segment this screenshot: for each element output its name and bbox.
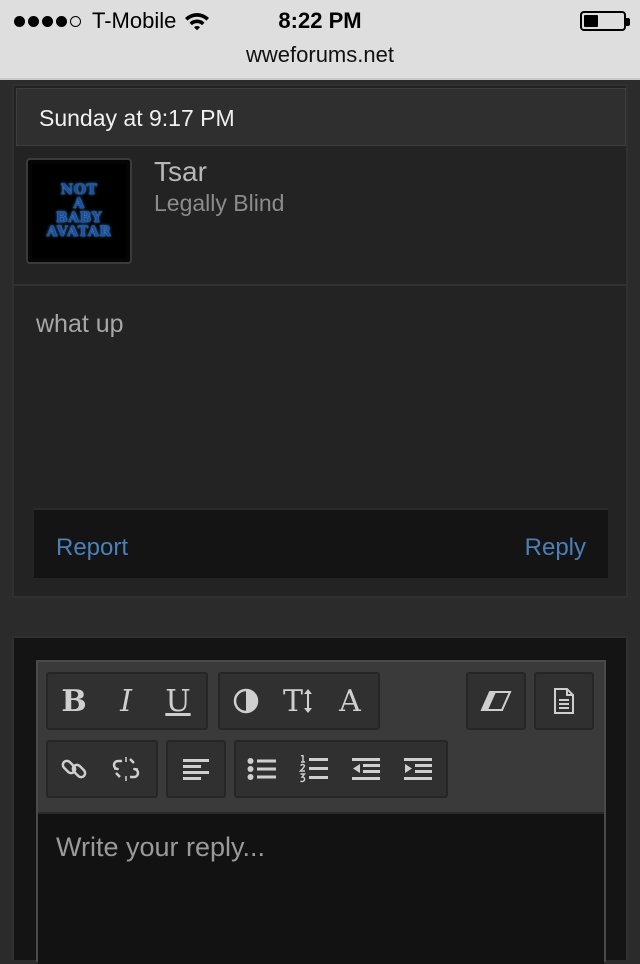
underline-button[interactable]: U bbox=[152, 674, 204, 728]
indent-button[interactable] bbox=[392, 742, 444, 796]
bullet-list-button[interactable] bbox=[236, 742, 288, 796]
battery-icon bbox=[580, 11, 630, 31]
user-title: Legally Blind bbox=[154, 190, 285, 216]
insert-link-button[interactable] bbox=[48, 742, 100, 796]
toolbar-group-align bbox=[166, 740, 226, 798]
avatar-line: AVATAR bbox=[46, 224, 112, 240]
italic-button[interactable]: I bbox=[100, 674, 152, 728]
font-size-icon: T bbox=[282, 683, 303, 719]
report-link[interactable]: Report bbox=[56, 534, 128, 562]
post-author: NOT A BABY AVATAR Tsar Legally Blind bbox=[14, 148, 626, 286]
reply-editor: B I U T A Write your reply... bbox=[36, 660, 606, 964]
toolbar-group-links bbox=[46, 740, 158, 798]
document-icon bbox=[553, 687, 575, 715]
avatar-line: BABY bbox=[55, 210, 103, 226]
bold-button[interactable]: B bbox=[48, 674, 100, 728]
toolbar-group-text-style: B I U bbox=[46, 672, 208, 730]
align-left-icon bbox=[182, 757, 210, 781]
outdent-icon bbox=[351, 757, 381, 781]
post-message: what up bbox=[36, 310, 124, 338]
eraser-icon bbox=[480, 690, 512, 712]
unlink-button[interactable] bbox=[100, 742, 152, 796]
username-link[interactable]: Tsar bbox=[154, 156, 207, 188]
numbered-list-button[interactable] bbox=[288, 742, 340, 796]
color-icon bbox=[233, 688, 259, 714]
reply-textarea[interactable]: Write your reply... bbox=[38, 812, 604, 964]
avatar-line: A bbox=[73, 196, 85, 212]
forum-post: Sunday at 9:17 PM NOT A BABY AVATAR Tsar… bbox=[12, 84, 628, 598]
toolbar-group-clear bbox=[466, 672, 526, 730]
indent-icon bbox=[403, 757, 433, 781]
status-bar: T-Mobile 8:22 PM wweforums.net bbox=[0, 0, 640, 80]
bullet-list-icon bbox=[247, 757, 277, 781]
toolbar-group-font: T A bbox=[218, 672, 380, 730]
reply-placeholder: Write your reply... bbox=[56, 832, 266, 862]
quick-reply: B I U T A Write your reply... bbox=[12, 636, 628, 964]
avatar-line: NOT bbox=[60, 182, 98, 198]
address-bar-url[interactable]: wweforums.net bbox=[0, 42, 640, 68]
post-actions: Report Reply bbox=[34, 508, 608, 578]
font-size-button[interactable]: T bbox=[272, 674, 324, 728]
avatar-image: NOT A BABY AVATAR bbox=[32, 164, 126, 258]
toggle-source-button[interactable] bbox=[536, 674, 592, 728]
post-date[interactable]: Sunday at 9:17 PM bbox=[39, 105, 235, 132]
align-button[interactable] bbox=[168, 742, 224, 796]
post-header: Sunday at 9:17 PM bbox=[16, 88, 626, 146]
font-family-button[interactable]: A bbox=[324, 674, 376, 728]
outdent-button[interactable] bbox=[340, 742, 392, 796]
status-time: 8:22 PM bbox=[278, 8, 362, 33]
toolbar-group-source bbox=[534, 672, 594, 730]
text-color-button[interactable] bbox=[220, 674, 272, 728]
reply-link[interactable]: Reply bbox=[525, 534, 586, 562]
remove-format-button[interactable] bbox=[468, 674, 524, 728]
toolbar-group-lists bbox=[234, 740, 448, 798]
avatar[interactable]: NOT A BABY AVATAR bbox=[26, 158, 132, 264]
font-size-arrows-icon bbox=[304, 689, 312, 713]
numbered-list-icon bbox=[299, 755, 329, 783]
link-icon bbox=[60, 755, 88, 783]
unlink-icon bbox=[112, 755, 140, 783]
